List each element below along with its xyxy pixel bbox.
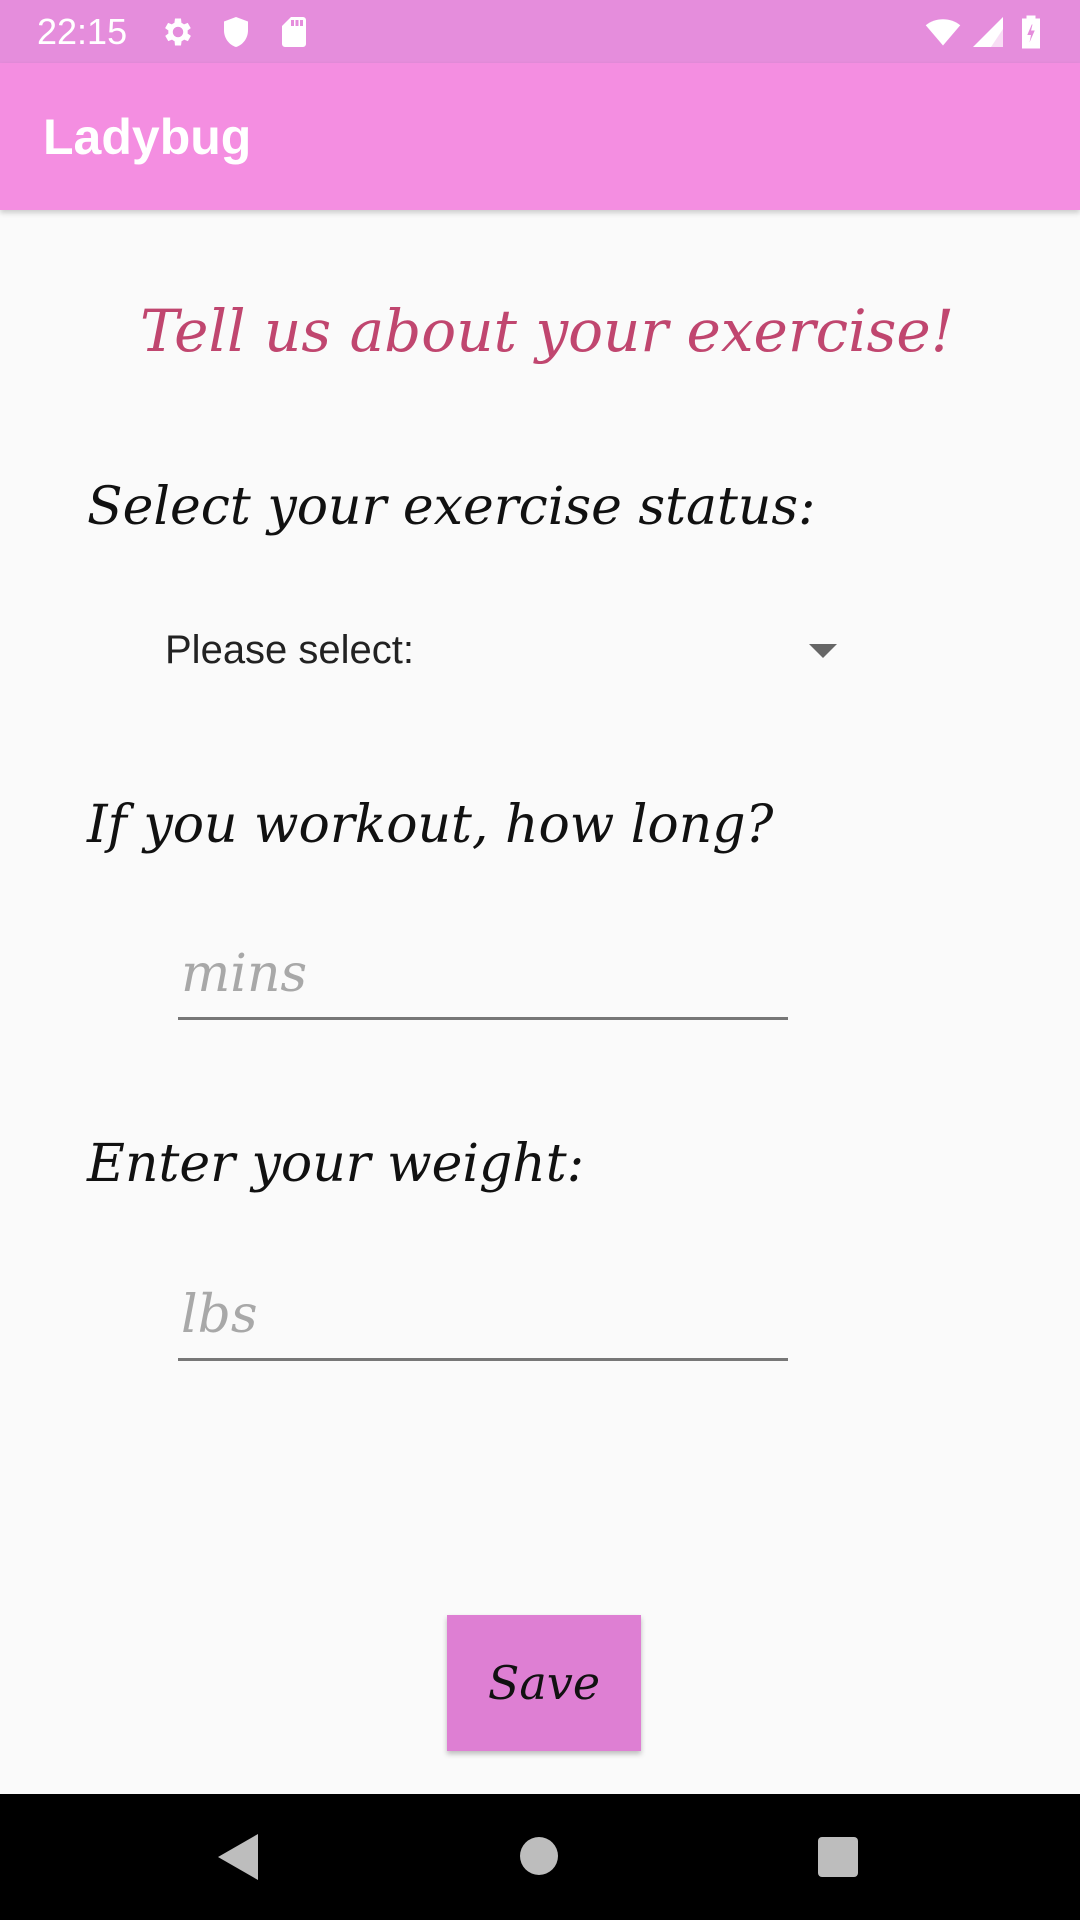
exercise-status-selected: Please select: bbox=[165, 628, 415, 672]
form-heading: Tell us about your exercise! bbox=[140, 297, 955, 365]
dropdown-arrow-icon bbox=[809, 644, 837, 658]
workout-minutes-input[interactable] bbox=[178, 930, 788, 1020]
weight-label: Enter your weight: bbox=[87, 1134, 585, 1194]
sd-card-icon bbox=[282, 17, 306, 47]
app-title: Ladybug bbox=[43, 109, 252, 165]
battery-icon bbox=[1022, 15, 1040, 49]
recents-icon[interactable] bbox=[818, 1837, 858, 1877]
weight-input[interactable] bbox=[178, 1271, 788, 1361]
screen: 22:15 Ladybug Tell us about your exercis… bbox=[0, 0, 1080, 1920]
app-bar: Ladybug bbox=[0, 63, 1080, 210]
status-bar: 22:15 bbox=[0, 0, 1080, 63]
status-time: 22:15 bbox=[37, 11, 128, 52]
exercise-status-dropdown[interactable]: Please select: bbox=[150, 620, 850, 684]
save-button[interactable]: Save bbox=[447, 1615, 641, 1751]
gear-icon bbox=[165, 18, 191, 46]
workout-duration-label: If you workout, how long? bbox=[87, 795, 774, 855]
shield-icon bbox=[224, 17, 248, 47]
exercise-status-label: Select your exercise status: bbox=[87, 477, 816, 537]
wifi-icon bbox=[925, 19, 961, 46]
signal-icon bbox=[973, 17, 1003, 47]
navigation-bar bbox=[0, 1794, 1080, 1920]
home-icon[interactable] bbox=[520, 1837, 558, 1875]
back-icon[interactable] bbox=[218, 1834, 258, 1880]
